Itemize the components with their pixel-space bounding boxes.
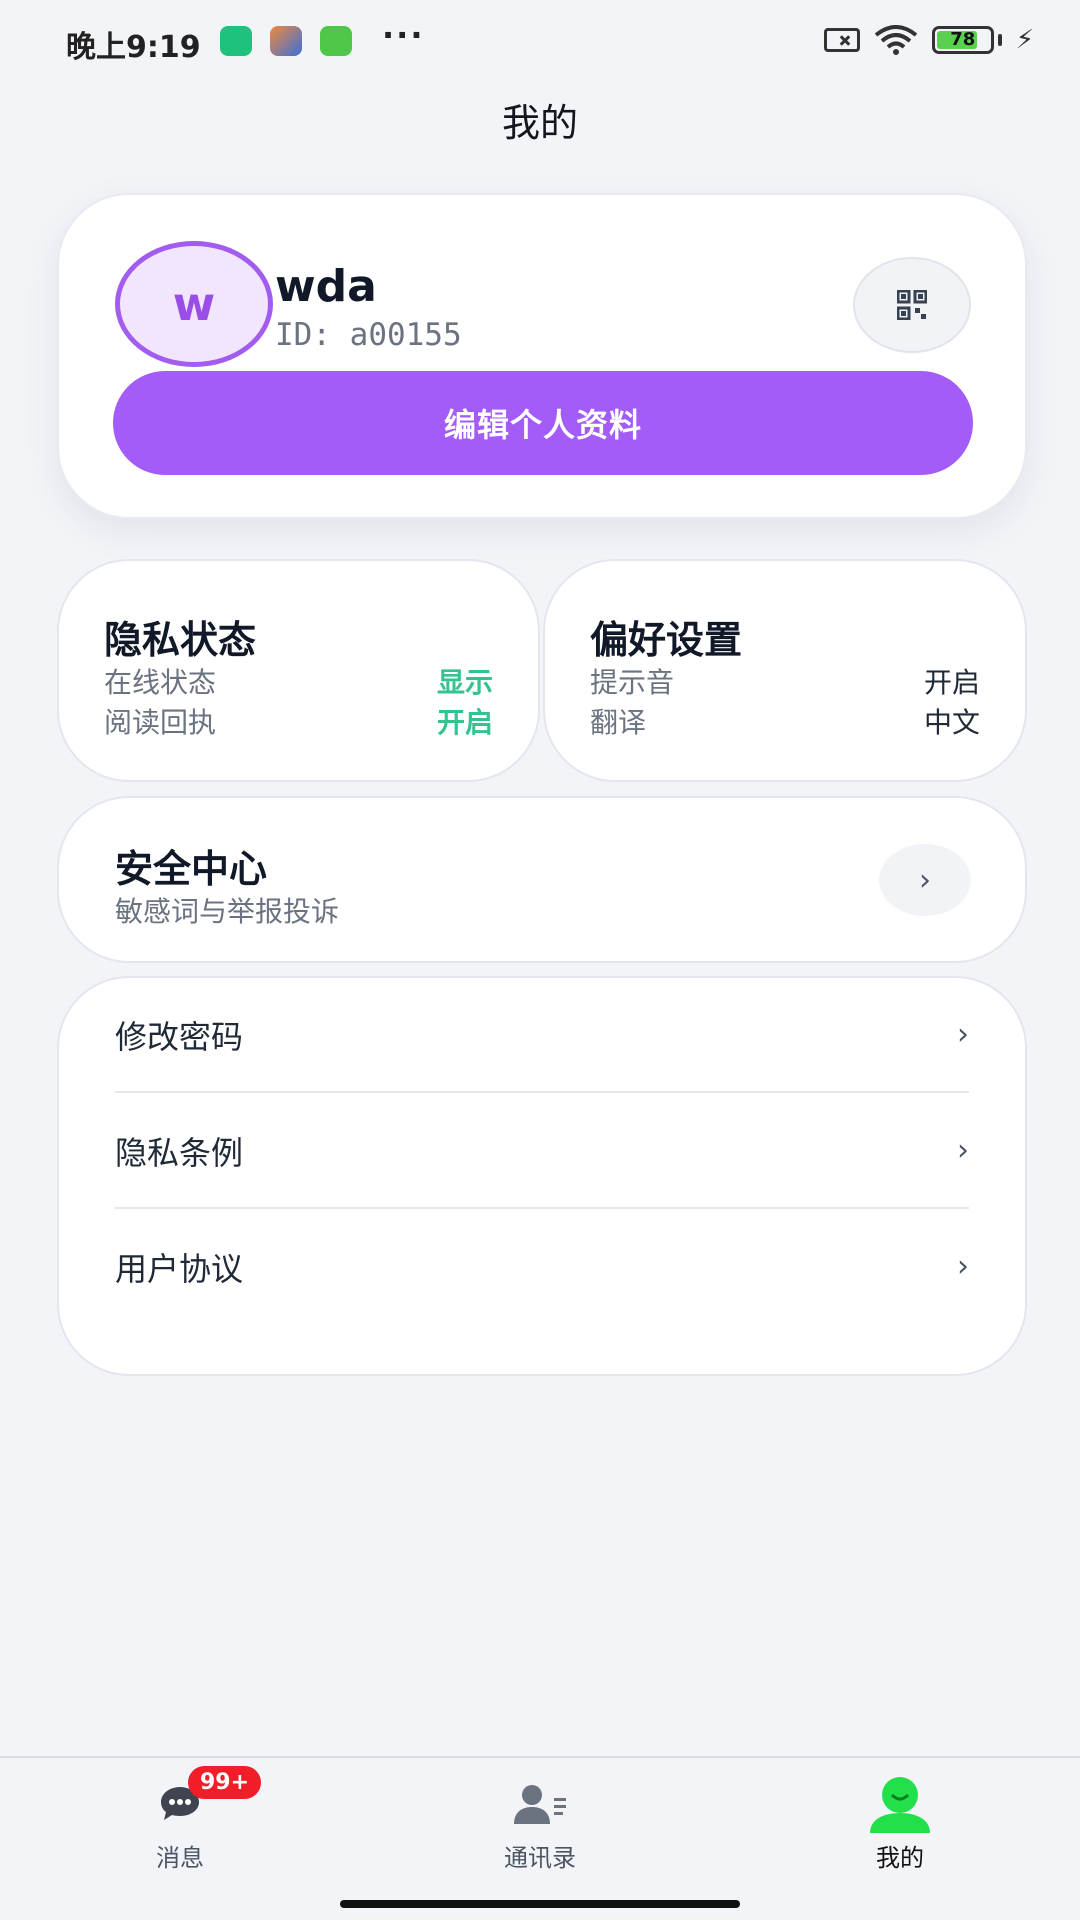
chevron-right-icon: › bbox=[957, 1133, 969, 1168]
menu-item-label: 用户协议 bbox=[115, 1249, 244, 1288]
avatar[interactable]: w bbox=[115, 241, 273, 367]
menu-item-user-agreement[interactable]: 用户协议 › bbox=[115, 1209, 969, 1324]
wifi-icon bbox=[874, 25, 917, 55]
row-value: 中文 bbox=[923, 706, 980, 739]
app-notification-icon bbox=[220, 26, 252, 56]
pref-row-translate: 翻译 中文 bbox=[590, 701, 980, 741]
row-label: 在线状态 bbox=[104, 666, 217, 699]
status-time: 晚上9:19 bbox=[66, 30, 201, 65]
row-label: 翻译 bbox=[590, 706, 647, 739]
row-label: 提示音 bbox=[590, 666, 675, 699]
chevron-right-icon[interactable]: › bbox=[879, 844, 971, 916]
privacy-title: 隐私状态 bbox=[104, 618, 257, 662]
row-label: 阅读回执 bbox=[104, 706, 217, 739]
app-notification-icon bbox=[320, 26, 352, 56]
tab-me[interactable]: 我的 bbox=[800, 1758, 1000, 1878]
username: wda bbox=[275, 261, 377, 312]
row-value: 显示 bbox=[436, 666, 493, 699]
menu-item-label: 隐私条例 bbox=[115, 1133, 244, 1172]
tab-label: 消息 bbox=[156, 1844, 204, 1872]
chevron-right-icon: › bbox=[957, 1249, 969, 1284]
menu-item-label: 修改密码 bbox=[115, 1017, 244, 1056]
chevron-right-icon: › bbox=[957, 1017, 969, 1052]
privacy-row-online: 在线状态 显示 bbox=[104, 661, 493, 701]
charging-icon: ⚡ bbox=[1015, 25, 1034, 55]
status-indicators: 78 ⚡ bbox=[823, 22, 1034, 58]
status-bar: 晚上9:19 ··· 78 ⚡ bbox=[0, 0, 1080, 80]
page-title: 我的 bbox=[501, 101, 578, 145]
row-value: 开启 bbox=[436, 706, 493, 739]
preferences-card[interactable]: 偏好设置 提示音 开启 翻译 中文 bbox=[543, 559, 1027, 782]
tab-messages[interactable]: 消息 99+ bbox=[80, 1758, 280, 1878]
qr-code-icon bbox=[897, 290, 927, 320]
menu-item-change-password[interactable]: 修改密码 › bbox=[115, 978, 969, 1093]
security-subtitle: 敏感词与举报投诉 bbox=[115, 895, 340, 928]
row-value: 开启 bbox=[923, 666, 980, 699]
menu-item-privacy-policy[interactable]: 隐私条例 › bbox=[115, 1094, 969, 1209]
bottom-nav: 消息 99+ 通讯录 我的 bbox=[0, 1756, 1080, 1920]
home-indicator[interactable] bbox=[340, 1900, 740, 1908]
edit-profile-button[interactable]: 编辑个人资料 bbox=[113, 371, 973, 475]
more-notifications-icon: ··· bbox=[382, 16, 425, 54]
preferences-title: 偏好设置 bbox=[590, 618, 743, 662]
unread-badge: 99+ bbox=[188, 1766, 262, 1799]
security-title: 安全中心 bbox=[115, 847, 268, 891]
no-sim-icon bbox=[823, 28, 860, 52]
tab-label: 通讯录 bbox=[504, 1844, 576, 1872]
battery-icon: 78 bbox=[931, 26, 994, 54]
tab-contacts[interactable]: 通讯录 bbox=[440, 1758, 640, 1878]
app-notification-icon bbox=[270, 26, 302, 56]
user-id: ID: a00155 bbox=[275, 317, 462, 353]
contacts-icon bbox=[514, 1785, 566, 1824]
profile-card: w wda ID: a00155 编辑个人资料 bbox=[57, 193, 1027, 519]
privacy-status-card[interactable]: 隐私状态 在线状态 显示 阅读回执 开启 bbox=[57, 559, 540, 782]
privacy-row-read-receipt: 阅读回执 开启 bbox=[104, 701, 493, 741]
pref-row-sound: 提示音 开启 bbox=[590, 661, 980, 701]
qr-code-button[interactable] bbox=[853, 257, 971, 353]
security-center-card[interactable]: 安全中心 敏感词与举报投诉 › bbox=[57, 796, 1027, 963]
tab-label: 我的 bbox=[876, 1844, 924, 1872]
battery-level: 78 bbox=[950, 29, 976, 50]
settings-menu: 修改密码 › 隐私条例 › 用户协议 › bbox=[57, 976, 1027, 1376]
profile-icon bbox=[870, 1777, 930, 1833]
